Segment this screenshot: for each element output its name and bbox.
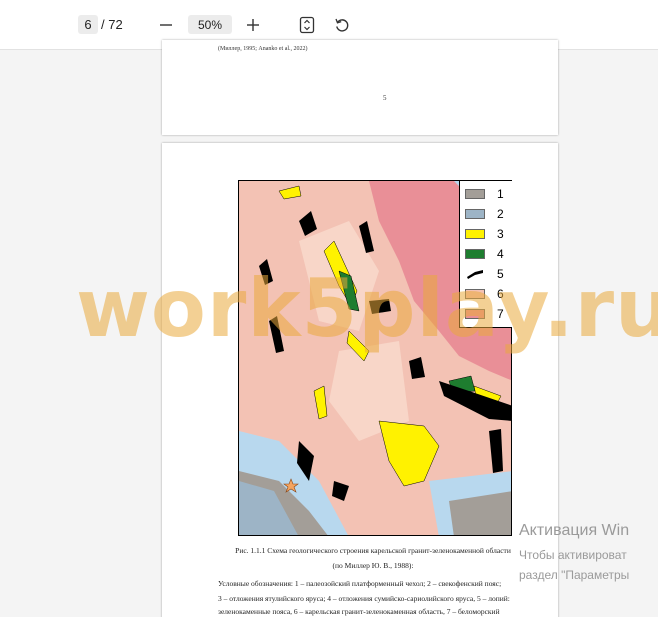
page-number-input[interactable]: 6 (78, 15, 98, 34)
zoom-in-button[interactable] (241, 13, 265, 37)
legend-item: 2 (465, 207, 511, 221)
document-page-5: (Миллер, 1995; Ananko et al., 2022) 5 (162, 40, 558, 135)
fit-page-button[interactable] (295, 13, 319, 37)
windows-activation-text: Чтобы активироват (519, 548, 627, 562)
legend-item: 3 (465, 227, 511, 241)
page-text-fragment: (Миллер, 1995; Ananko et al., 2022) (218, 46, 308, 52)
legend-swatch (465, 209, 485, 219)
figure-caption-source: (по Миллер Ю. В., 1988): (332, 561, 414, 570)
legend-item: 4 (465, 247, 511, 261)
windows-activation-title: Активация Win (519, 522, 630, 539)
fit-to-page-icon (299, 16, 315, 34)
legend-description-line: зеленокаменные пояса, 6 – карельская гра… (218, 607, 500, 616)
minus-icon (160, 24, 172, 26)
legend-label: 4 (497, 247, 504, 261)
rotate-button[interactable] (330, 13, 354, 37)
legend-description-line: Условные обозначения: 1 – палеозойский п… (218, 579, 502, 588)
legend-swatch (465, 189, 485, 199)
rotate-icon (335, 18, 349, 32)
plus-icon (247, 19, 259, 31)
figure-caption: Рис. 1.1.1 Схема геологического строения… (235, 546, 511, 555)
zoom-out-button[interactable] (154, 13, 178, 37)
legend-swatch (465, 249, 485, 259)
legend-swatch (465, 229, 485, 239)
page-total-label: / 72 (101, 17, 123, 32)
legend-label: 3 (497, 227, 504, 241)
page-number: 5 (383, 94, 387, 102)
legend-item: 1 (465, 187, 511, 201)
zoom-level-input[interactable]: 50% (188, 15, 232, 34)
legend-label: 2 (497, 207, 504, 221)
site-watermark: work5play.ru (76, 262, 658, 355)
legend-label: 1 (497, 187, 504, 201)
windows-activation-text: раздел "Параметры (519, 568, 630, 582)
